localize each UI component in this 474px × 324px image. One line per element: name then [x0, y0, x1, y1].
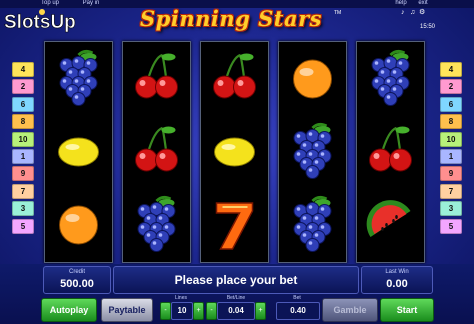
lines-value: 10	[171, 302, 193, 320]
right-line-marker[interactable]: 7	[440, 183, 462, 199]
last-win-box: Last Win 0.00	[361, 266, 433, 294]
left-line-marker[interactable]: 2	[12, 79, 34, 95]
reel-symbols	[135, 53, 178, 252]
reel-symbols	[213, 53, 256, 250]
game-title: Spinning Stars	[140, 6, 322, 31]
lines-label: Lines	[175, 295, 187, 301]
reel-symbols	[366, 49, 412, 237]
grapes-icon	[293, 195, 332, 252]
cherries-icon	[135, 53, 178, 99]
bet-line-minus-button[interactable]: -	[206, 302, 217, 320]
bet-line-label: Bet/Line	[226, 295, 246, 301]
reel-5	[356, 41, 425, 263]
sound-icon[interactable]: ♪	[401, 9, 405, 17]
left-line-marker[interactable]: 9	[12, 166, 34, 182]
watermelon-icon	[366, 200, 411, 237]
reel-2	[122, 41, 191, 263]
help-button[interactable]: help	[392, 0, 410, 7]
grapes-icon	[137, 195, 176, 252]
bet-label: Bet	[293, 295, 301, 301]
last-win-value: 0.00	[386, 278, 408, 290]
reel-3	[200, 41, 269, 263]
seven-icon	[215, 202, 254, 250]
right-line-marker[interactable]: 3	[440, 201, 462, 217]
left-line-marker[interactable]: 5	[12, 218, 34, 234]
right-line-marker[interactable]: 2	[440, 79, 462, 95]
lines-plus-button[interactable]: +	[193, 302, 204, 320]
lemon-icon	[58, 137, 99, 167]
bet-line-plus-button[interactable]: +	[255, 302, 266, 320]
cherries-icon	[135, 126, 178, 172]
right-line-marker[interactable]: 9	[440, 166, 462, 182]
right-line-marker[interactable]: 1	[440, 149, 462, 164]
reel-symbols	[58, 49, 99, 245]
orange-icon	[293, 59, 332, 99]
left-line-marker[interactable]: 3	[12, 201, 34, 217]
cherries-icon	[369, 126, 412, 172]
paytable-button[interactable]: Paytable	[101, 298, 153, 322]
cherries-icon	[213, 53, 256, 99]
left-line-marker[interactable]: 7	[12, 183, 34, 199]
bet-value: 0.40	[276, 302, 320, 320]
trademark: TM	[334, 10, 342, 16]
slotsup-logo-text: SlotsUp	[4, 12, 76, 33]
reel-1	[44, 41, 113, 263]
orange-icon	[59, 205, 98, 245]
grapes-icon	[59, 49, 98, 106]
clock: 15:50	[420, 24, 436, 30]
right-line-marker[interactable]: 6	[440, 96, 462, 112]
right-line-marker[interactable]: 8	[440, 114, 462, 130]
game-screen: Top up Pay in help exit ♪ ♫ ⚙ 15:50 Slot…	[0, 0, 474, 324]
exit-button[interactable]: exit	[415, 0, 431, 7]
credit-label: Credit	[68, 269, 85, 275]
left-line-marker[interactable]: 6	[12, 96, 34, 112]
settings-icon[interactable]: ⚙	[419, 9, 425, 17]
credit-value: 500.00	[60, 278, 94, 290]
left-line-marker[interactable]: 4	[12, 62, 34, 77]
grapes-icon	[371, 49, 410, 106]
left-line-marker[interactable]: 8	[12, 114, 34, 130]
start-button[interactable]: Start	[380, 298, 434, 322]
lemon-icon	[214, 137, 255, 167]
autoplay-button[interactable]: Autoplay	[41, 298, 97, 322]
right-line-marker[interactable]: 5	[440, 218, 462, 234]
status-message: Please place your bet	[113, 266, 359, 294]
lines-minus-button[interactable]: -	[160, 302, 171, 320]
reel-symbols	[293, 59, 332, 252]
left-line-marker[interactable]: 1	[12, 149, 34, 164]
right-line-marker[interactable]: 10	[440, 131, 462, 147]
slotsup-logo: SlotsUp	[4, 9, 76, 33]
grapes-icon	[293, 122, 332, 179]
reel-4	[278, 41, 347, 263]
left-line-marker[interactable]: 10	[12, 131, 34, 147]
last-win-label: Last Win	[385, 269, 409, 275]
music-icon[interactable]: ♫	[410, 9, 415, 17]
gamble-button[interactable]: Gamble	[322, 298, 378, 322]
right-line-marker[interactable]: 4	[440, 62, 462, 77]
credit-box: Credit 500.00	[43, 266, 111, 294]
bet-line-value: 0.04	[217, 302, 255, 320]
